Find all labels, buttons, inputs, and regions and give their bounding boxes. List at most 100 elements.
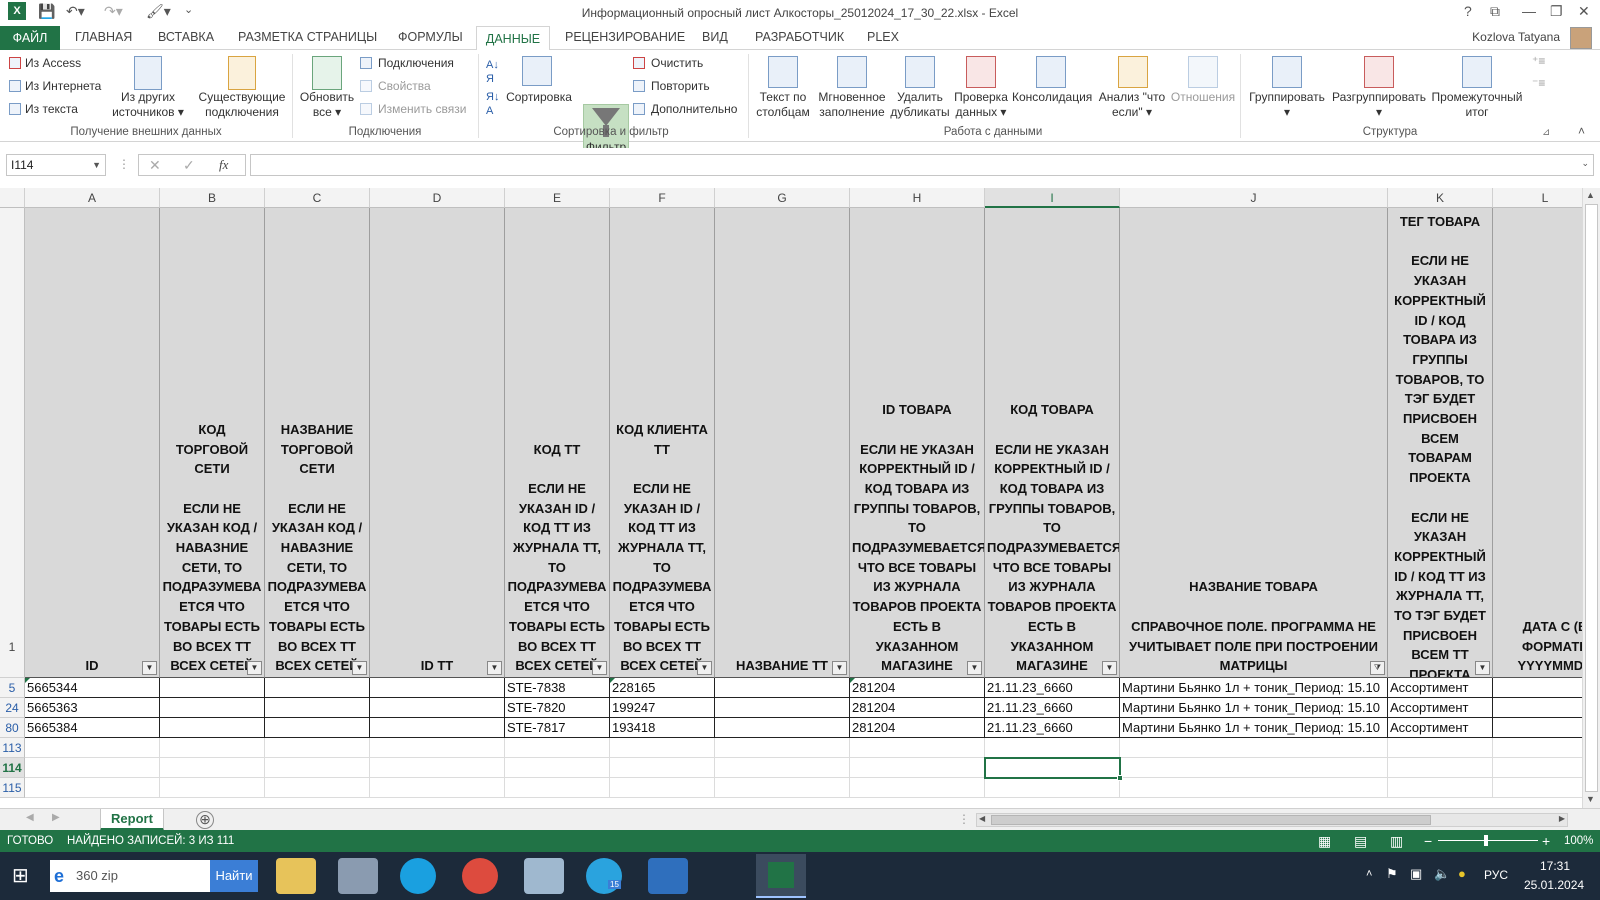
advanced-filter-button[interactable]: Дополнительно <box>651 102 737 116</box>
existing-connections-button[interactable]: Существующие подключения <box>196 90 288 120</box>
flag-icon[interactable]: ⚑ <box>1386 866 1398 882</box>
cell[interactable] <box>715 718 850 738</box>
row-header[interactable]: 1 <box>0 208 25 678</box>
scroll-up-icon[interactable]: ▲ <box>1586 190 1595 200</box>
tab-developer[interactable]: РАЗРАБОТЧИК <box>755 30 844 44</box>
filter-dropdown-icon[interactable]: ▼ <box>247 661 262 675</box>
refresh-all-button[interactable]: Обновить все ▾ <box>296 90 358 120</box>
row-header[interactable]: 115 <box>0 778 25 798</box>
cell[interactable] <box>715 778 850 798</box>
row-header[interactable]: 24 <box>0 698 25 718</box>
column-header-c[interactable]: C <box>265 188 370 208</box>
cell[interactable] <box>265 738 370 758</box>
zoom-level[interactable]: 100% <box>1564 830 1593 852</box>
scroll-thumb[interactable] <box>991 815 1431 825</box>
cell[interactable]: 281204 <box>850 678 985 698</box>
sort-button[interactable]: Сортировка <box>504 90 574 105</box>
cell[interactable] <box>160 698 265 718</box>
sort-za-icon[interactable]: Я↓ A <box>486 90 499 118</box>
filter-dropdown-icon[interactable]: ▼ <box>1475 661 1490 675</box>
help-icon[interactable]: ? <box>1464 3 1472 19</box>
from-other-sources-button[interactable]: Из других источников ▾ <box>108 90 188 120</box>
cell[interactable] <box>1493 778 1582 798</box>
cell[interactable] <box>985 778 1120 798</box>
reapply-button[interactable]: Повторить <box>651 79 710 93</box>
remove-duplicates-button[interactable]: Удалить дубликаты <box>888 90 952 120</box>
tab-file[interactable]: ФАЙЛ <box>0 26 60 50</box>
ungroup-button[interactable]: Разгруппировать ▾ <box>1330 90 1428 120</box>
column-header-g[interactable]: G <box>715 188 850 208</box>
row-header[interactable]: 114 <box>0 758 25 778</box>
cell[interactable] <box>610 778 715 798</box>
excel-taskbar-button[interactable] <box>756 854 806 898</box>
row-header[interactable]: 5 <box>0 678 25 698</box>
cell[interactable]: STE-7838 <box>505 678 610 698</box>
insert-function-icon[interactable]: fx <box>219 157 228 173</box>
add-sheet-icon[interactable]: ⊕ <box>196 811 214 829</box>
scroll-down-icon[interactable]: ▼ <box>1586 794 1595 804</box>
filter-dropdown-icon[interactable]: ▼ <box>967 661 982 675</box>
cell[interactable] <box>265 718 370 738</box>
column-header-f[interactable]: F <box>610 188 715 208</box>
vertical-scrollbar[interactable]: ▲ ▼ <box>1582 188 1600 808</box>
cell[interactable]: 228165 <box>610 678 715 698</box>
column-header-j[interactable]: J <box>1120 188 1388 208</box>
cell[interactable] <box>1388 738 1493 758</box>
cell[interactable]: 281204 <box>850 718 985 738</box>
cell[interactable] <box>610 758 715 778</box>
expand-formula-icon[interactable]: ⌄ <box>1581 158 1589 169</box>
cell[interactable] <box>265 678 370 698</box>
hide-detail-icon[interactable]: ⁻≡ <box>1532 76 1545 90</box>
cell[interactable]: 5665363 <box>25 698 160 718</box>
cancel-icon[interactable]: ✕ <box>149 157 161 174</box>
cell[interactable] <box>715 758 850 778</box>
column-header-k[interactable]: K <box>1388 188 1493 208</box>
normal-view-icon[interactable]: ▦ <box>1318 830 1331 852</box>
page-layout-icon[interactable]: ▤ <box>1354 830 1367 852</box>
volume-icon[interactable]: 🔈 <box>1434 866 1450 882</box>
cell[interactable] <box>25 778 160 798</box>
cell[interactable]: 5665384 <box>25 718 160 738</box>
cell[interactable]: Мартини Бьянко 1л + тоник_Период: 15.10 <box>1120 678 1388 698</box>
consolidate-button[interactable]: Консолидация <box>1012 90 1092 105</box>
filter-dropdown-icon[interactable]: ▼ <box>832 661 847 675</box>
cell[interactable]: 281204 <box>850 698 985 718</box>
update-icon[interactable]: ● <box>1458 866 1466 881</box>
row-header[interactable]: 80 <box>0 718 25 738</box>
cell[interactable]: 21.11.23_6660 <box>985 698 1120 718</box>
skype-icon[interactable] <box>400 858 436 894</box>
cell[interactable] <box>25 758 160 778</box>
tab-split-handle[interactable]: ⋮ <box>958 812 970 826</box>
column-header-d[interactable]: D <box>370 188 505 208</box>
tray-expand-icon[interactable]: ˄ <box>1366 868 1372 880</box>
flash-fill-button[interactable]: Мгновенное заполнение <box>814 90 890 120</box>
cell[interactable] <box>160 738 265 758</box>
cell[interactable] <box>1120 778 1388 798</box>
cell[interactable]: Ассортимент <box>1388 678 1493 698</box>
column-header-l[interactable]: L <box>1493 188 1582 208</box>
cell[interactable] <box>1120 758 1388 778</box>
filter-active-icon[interactable]: ⧩ <box>1370 661 1385 675</box>
taskbar-search-button[interactable]: Найти <box>210 860 258 892</box>
tab-home[interactable]: ГЛАВНАЯ <box>75 30 132 44</box>
cell[interactable] <box>1388 778 1493 798</box>
cell[interactable] <box>25 738 160 758</box>
cell[interactable] <box>505 738 610 758</box>
from-web-button[interactable]: Из Интернета <box>25 79 101 93</box>
group-button[interactable]: Группировать ▾ <box>1244 90 1330 120</box>
network-icon[interactable]: ▣ <box>1410 866 1422 882</box>
cell[interactable] <box>370 718 505 738</box>
notes-icon[interactable] <box>524 858 564 894</box>
cell[interactable] <box>370 698 505 718</box>
cell[interactable] <box>265 758 370 778</box>
cell[interactable]: STE-7817 <box>505 718 610 738</box>
cell[interactable]: 199247 <box>610 698 715 718</box>
scroll-left-icon[interactable]: ◀ <box>979 814 985 823</box>
language-indicator[interactable]: РУС <box>1484 868 1508 882</box>
ribbon-display-icon[interactable]: ⧉ <box>1490 3 1500 20</box>
collapse-ribbon-icon[interactable]: ˄ <box>1578 124 1585 138</box>
page-break-icon[interactable]: ▥ <box>1390 830 1403 852</box>
filter-dropdown-icon[interactable]: ▼ <box>592 661 607 675</box>
what-if-button[interactable]: Анализ "что если" ▾ <box>1094 90 1170 120</box>
clock-time[interactable]: 17:31 <box>1540 859 1570 873</box>
